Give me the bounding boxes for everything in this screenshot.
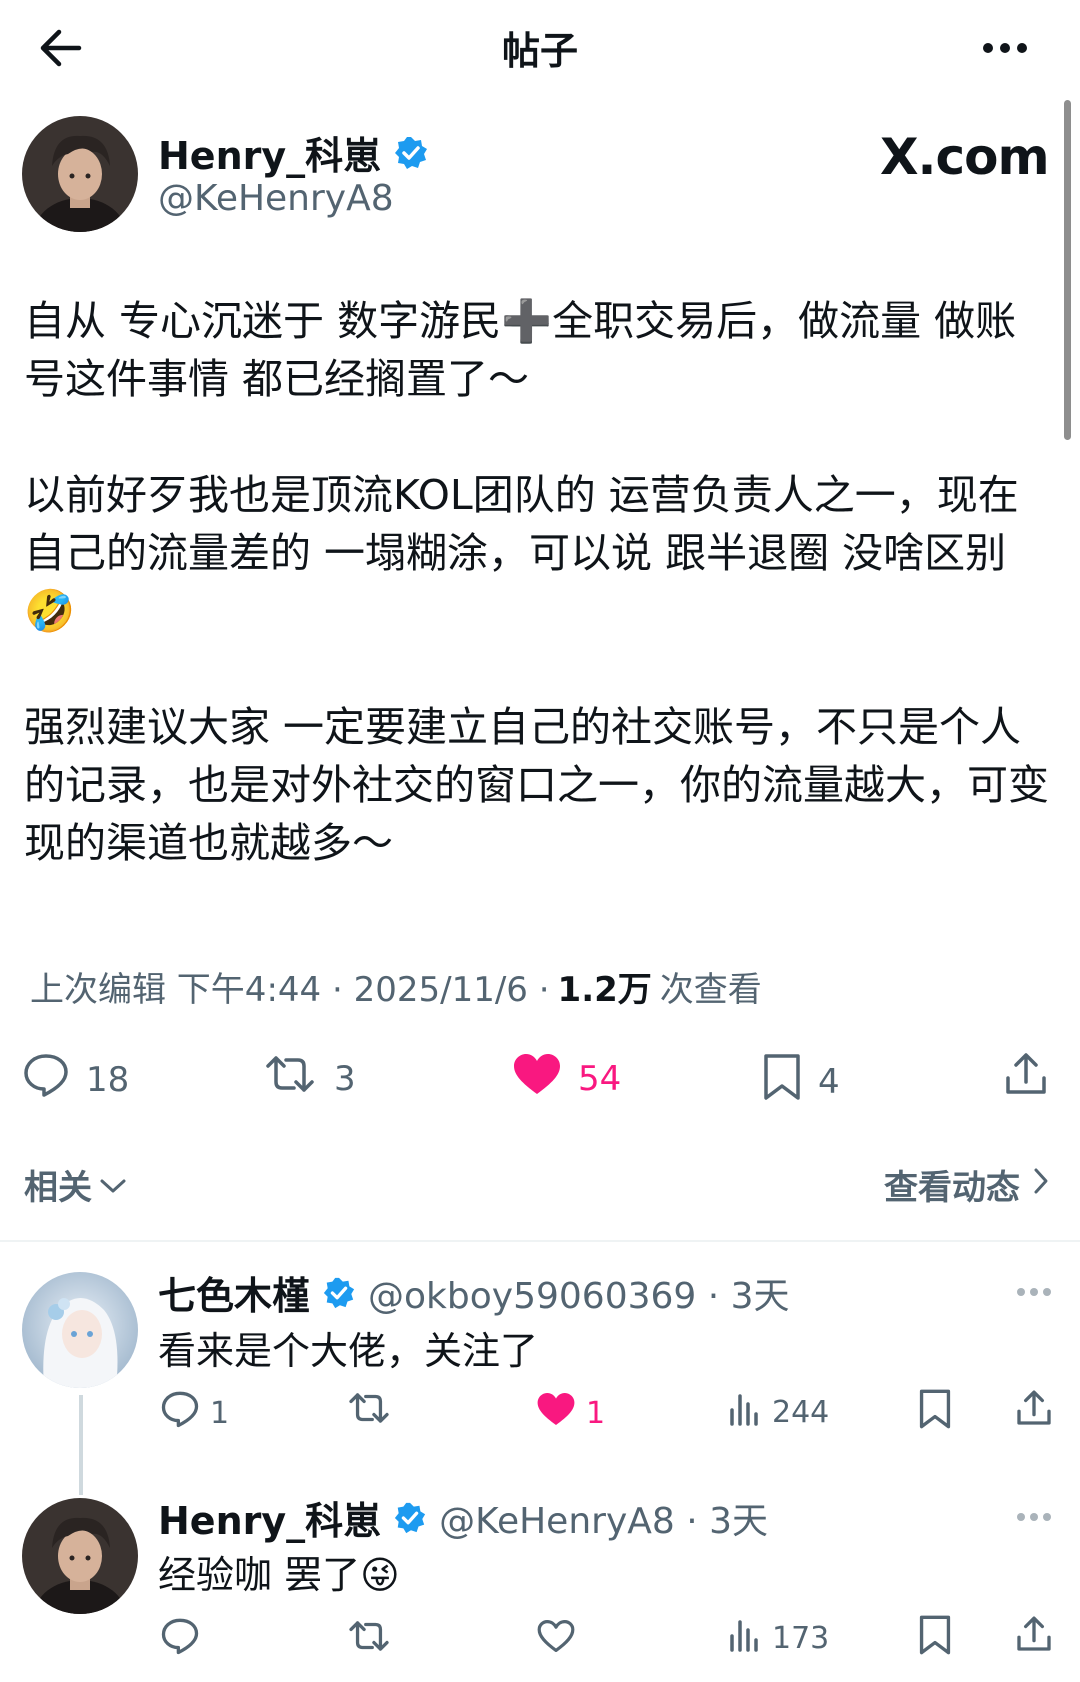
repost-button[interactable]: 3 <box>262 1052 356 1105</box>
analytics-icon <box>728 1390 762 1434</box>
related-dropdown[interactable]: 相关 <box>24 1160 128 1209</box>
share-icon <box>1014 1614 1054 1662</box>
repost-icon <box>262 1052 318 1105</box>
edit-timestamp[interactable]: 上次编辑 下午4:44 · 2025/11/6 · <box>30 962 550 1011</box>
bookmark-button[interactable]: 4 <box>762 1052 840 1111</box>
reply-text: 看来是个大佬，关注了 <box>158 1329 539 1373</box>
related-label: 相关 <box>24 1168 92 1208</box>
thread-connector <box>79 1395 83 1495</box>
like-button[interactable]: 1 <box>536 1391 605 1435</box>
like-count: 54 <box>578 1058 622 1099</box>
heart-filled-icon <box>512 1052 562 1105</box>
reply-button[interactable] <box>160 1617 200 1663</box>
reply-icon <box>160 1617 200 1663</box>
reply-header: 七色木槿 @okboy59060369 · 3天 <box>158 1265 790 1320</box>
reply-count: 18 <box>86 1059 130 1100</box>
repost-button[interactable] <box>346 1618 392 1662</box>
reply-text: 经验咖 罢了😜 <box>158 1553 400 1597</box>
reply-icon <box>22 1052 70 1107</box>
reply-author-name[interactable]: Henry_科崽 <box>158 1490 381 1545</box>
chevron-right-icon <box>1032 1165 1050 1205</box>
verified-badge-icon <box>393 135 429 171</box>
reply-handle[interactable]: @okboy59060369 · 3天 <box>368 1267 790 1319</box>
views-count: 244 <box>772 1394 830 1430</box>
share-icon <box>1014 1388 1054 1436</box>
more-options-icon[interactable] <box>970 18 1040 78</box>
repost-icon <box>346 1618 392 1662</box>
reply-more-icon[interactable] <box>1016 1495 1052 1530</box>
reply-header: Henry_科崽 @KeHenryA8 · 3天 <box>158 1490 768 1545</box>
heart-outline-icon <box>536 1618 576 1662</box>
reply-author-name[interactable]: 七色木槿 <box>158 1265 310 1320</box>
bookmark-icon <box>918 1614 952 1664</box>
bookmark-icon <box>762 1052 802 1111</box>
reply-icon <box>160 1390 200 1436</box>
analytics-icon <box>728 1616 762 1660</box>
post-meta: 上次编辑 下午4:44 · 2025/11/6 · 1.2万 次查看 <box>30 962 762 1011</box>
author-name-text: Henry_科崽 <box>158 134 382 178</box>
reply-button[interactable]: 18 <box>22 1052 129 1107</box>
divider <box>0 1240 1080 1242</box>
page-title: 帖子 <box>501 29 578 73</box>
views-label: 次查看 <box>659 970 762 1010</box>
views-count: 1.2万 <box>557 970 652 1010</box>
verified-badge-icon <box>393 1501 427 1535</box>
author-avatar[interactable] <box>22 116 138 232</box>
author-name[interactable]: Henry_科崽 <box>158 125 429 180</box>
scrollbar[interactable] <box>1064 100 1071 440</box>
post-paragraph: 自从 专心沉迷于 数字游民➕全职交易后，做流量 做账号这件事情 都已经搁置了～ <box>24 297 1017 403</box>
post-paragraph: 强烈建议大家 一定要建立自己的社交账号，不只是个人的记录，也是对外社交的窗口之一… <box>24 703 1049 867</box>
author-handle[interactable]: @KeHenryA8 <box>158 178 394 219</box>
share-icon <box>1002 1050 1050 1107</box>
chevron-down-icon <box>98 1165 128 1205</box>
share-button[interactable] <box>1014 1614 1054 1662</box>
repost-icon <box>346 1390 392 1434</box>
reply-count: 1 <box>210 1395 230 1431</box>
reply-handle[interactable]: @KeHenryA8 · 3天 <box>439 1492 768 1544</box>
post-body: 自从 专心沉迷于 数字游民➕全职交易后，做流量 做账号这件事情 都已经搁置了～ … <box>24 292 1054 872</box>
like-button[interactable] <box>536 1618 576 1662</box>
post-paragraph: 以前好歹我也是顶流KOL团队的 运营负责人之一，现在 自己的流量差的 一塌糊涂，… <box>24 471 1032 635</box>
brand-logo: X.com <box>880 128 1050 186</box>
like-count: 1 <box>586 1395 606 1431</box>
view-activity-link[interactable]: 查看动态 <box>884 1160 1050 1209</box>
verified-badge-icon <box>322 1276 356 1310</box>
bookmark-icon <box>918 1388 952 1438</box>
like-button[interactable]: 54 <box>512 1052 621 1105</box>
brand-text: X.com <box>880 128 1050 186</box>
reply-avatar[interactable] <box>22 1272 138 1388</box>
repost-button[interactable] <box>346 1390 392 1434</box>
views-button[interactable]: 173 <box>728 1616 829 1660</box>
views-count: 173 <box>772 1620 830 1656</box>
bookmark-button[interactable] <box>918 1388 952 1438</box>
bookmark-button[interactable] <box>918 1614 952 1664</box>
reply-button[interactable]: 1 <box>160 1390 229 1436</box>
bookmark-count: 4 <box>818 1061 840 1102</box>
reply-more-icon[interactable] <box>1016 1270 1052 1305</box>
views-button[interactable]: 244 <box>728 1390 829 1434</box>
repost-count: 3 <box>334 1058 356 1099</box>
share-button[interactable] <box>1002 1050 1050 1107</box>
heart-filled-icon <box>536 1391 576 1435</box>
top-bar: 帖子 <box>0 0 1080 96</box>
reply-avatar[interactable] <box>22 1498 138 1614</box>
view-activity-label: 查看动态 <box>884 1168 1020 1208</box>
share-button[interactable] <box>1014 1388 1054 1436</box>
